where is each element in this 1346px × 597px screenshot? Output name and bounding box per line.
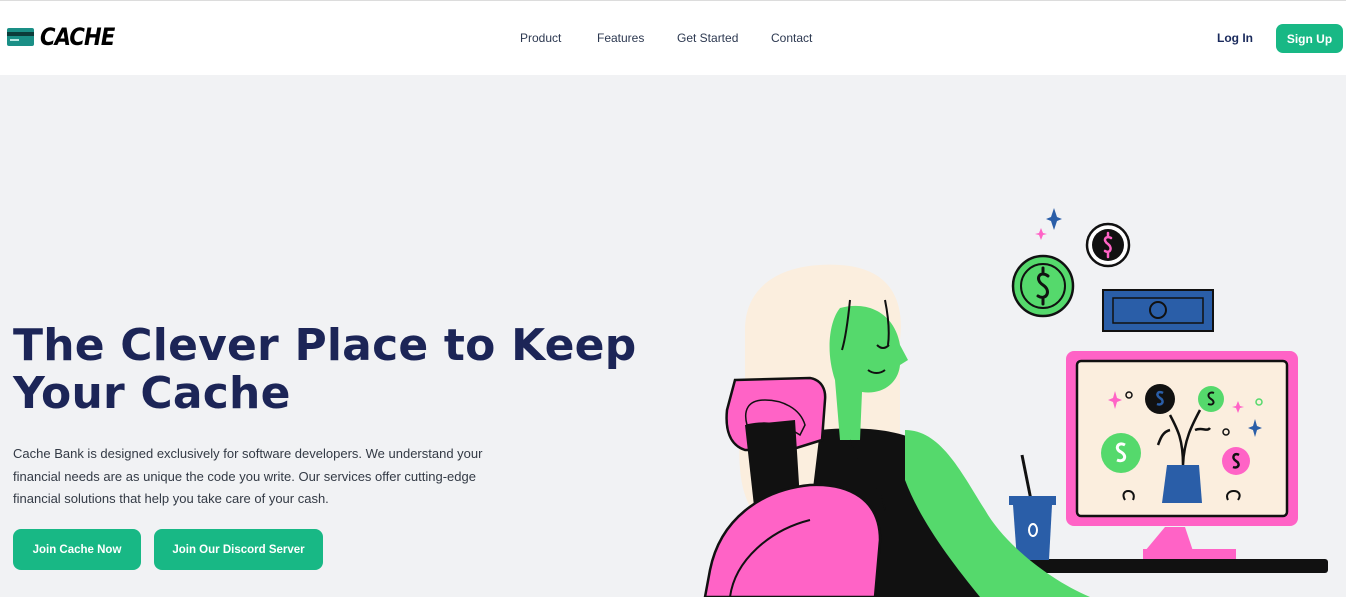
nav-link-features[interactable]: Features: [597, 31, 644, 45]
hero-description: Cache Bank is designed exclusively for s…: [13, 446, 483, 506]
hero-title: The Clever Place to Keep Your Cache: [13, 320, 637, 419]
banknote-icon: [1102, 289, 1214, 332]
navbar: CACHE Product Features Get Started Conta…: [0, 1, 1346, 75]
nav-link-contact[interactable]: Contact: [771, 31, 812, 45]
join-cache-button[interactable]: Join Cache Now: [13, 529, 141, 570]
login-link[interactable]: Log In: [1217, 31, 1253, 45]
nav-link-get-started[interactable]: Get Started: [677, 31, 738, 45]
monitor: [1066, 351, 1298, 559]
sparkle-icon: [1035, 208, 1062, 240]
coin-icon: [1011, 254, 1075, 318]
coin-icon: [1085, 222, 1131, 268]
nav-link-product[interactable]: Product: [520, 31, 561, 45]
signup-button[interactable]: Sign Up: [1276, 24, 1343, 53]
nav-links: Product Features Get Started Contact: [0, 31, 1346, 47]
join-discord-button[interactable]: Join Our Discord Server: [154, 529, 323, 570]
cup-icon: [1009, 454, 1056, 560]
person-at-computer-illustration: [703, 208, 1328, 597]
desk: [1000, 559, 1328, 573]
